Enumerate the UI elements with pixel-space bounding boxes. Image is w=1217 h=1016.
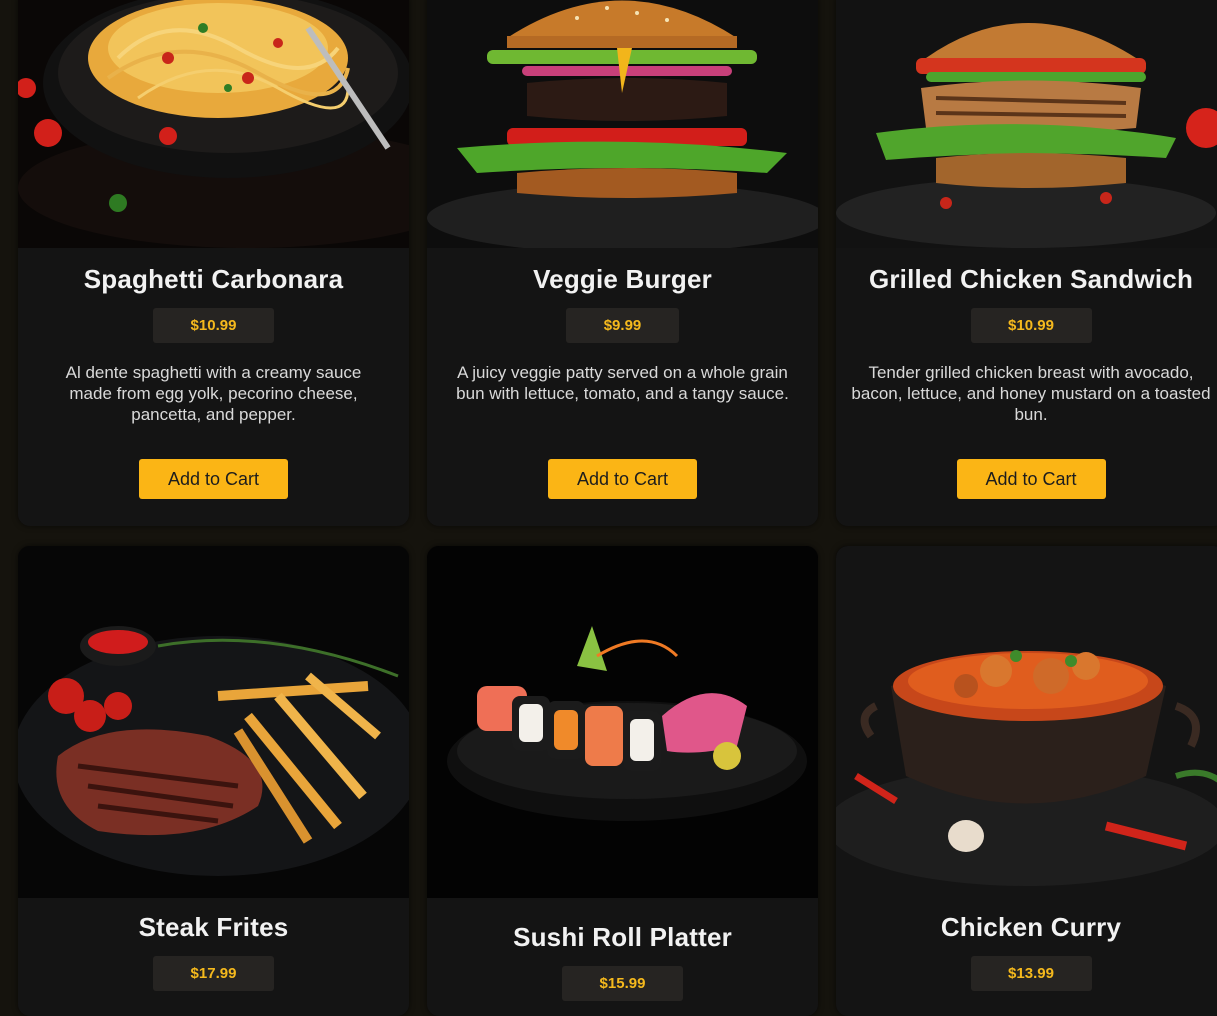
item-title: Chicken Curry: [940, 912, 1122, 942]
add-to-cart-button[interactable]: Add to Cart: [548, 459, 697, 499]
menu-card-grilled-chicken-sandwich: Grilled Chicken Sandwich $10.99 Tender g…: [836, 0, 1217, 526]
price-badge: $10.99: [970, 308, 1092, 343]
menu-card-steak-frites: Steak Frites $17.99: [18, 546, 409, 1016]
price-badge: $15.99: [562, 966, 683, 1001]
price-badge: $13.99: [970, 956, 1092, 991]
menu-card-spaghetti-carbonara: Spaghetti Carbonara $10.99 Al dente spag…: [18, 0, 409, 526]
price-badge: $17.99: [153, 956, 274, 991]
item-title: Steak Frites: [138, 912, 289, 942]
burger-photo: [427, 0, 818, 248]
menu-card-sushi-roll-platter: Sushi Roll Platter $15.99: [427, 546, 818, 1016]
add-to-cart-button[interactable]: Add to Cart: [956, 459, 1106, 499]
menu-card-chicken-curry: Chicken Curry $13.99: [836, 546, 1217, 1016]
item-description: A juicy veggie patty served on a whole g…: [456, 363, 789, 403]
item-description: Tender grilled chicken breast with avoca…: [851, 363, 1211, 424]
add-to-cart-button[interactable]: Add to Cart: [139, 459, 288, 499]
item-title: Veggie Burger: [533, 264, 712, 294]
item-title: Sushi Roll Platter: [513, 922, 732, 952]
item-title: Grilled Chicken Sandwich: [868, 264, 1194, 294]
item-title: Spaghetti Carbonara: [83, 264, 344, 294]
curry-photo: [836, 546, 1217, 898]
item-description: Al dente spaghetti with a creamy sauce m…: [65, 363, 362, 424]
steak-photo: [18, 546, 409, 898]
menu-card-veggie-burger: Veggie Burger $9.99 A juicy veggie patty…: [427, 0, 818, 526]
price-badge: $9.99: [566, 308, 679, 343]
menu-grid: Spaghetti Carbonara $10.99 Al dente spag…: [0, 0, 1217, 1016]
sushi-photo: [427, 546, 818, 898]
chicken-sandwich-photo: [836, 0, 1217, 248]
spaghetti-photo: [18, 0, 409, 248]
price-badge: $10.99: [153, 308, 274, 343]
